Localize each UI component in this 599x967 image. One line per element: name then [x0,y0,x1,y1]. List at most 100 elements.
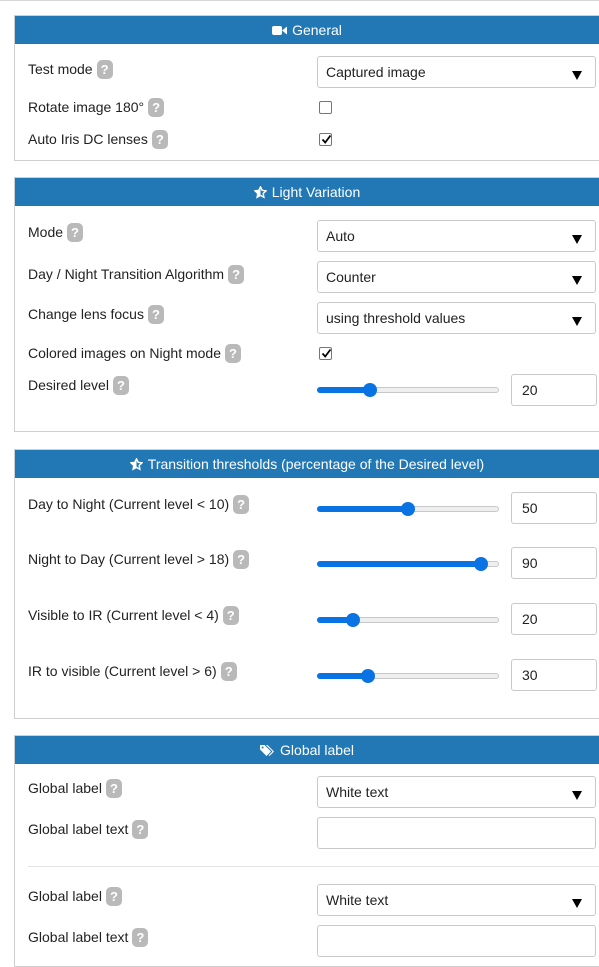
algorithm-row: Day / Night Transition Algorithm ? Count… [15,261,599,293]
video-camera-icon [272,25,288,36]
thresholds-panel: Transition thresholds (percentage of the… [14,449,599,719]
auto-iris-row: Auto Iris DC lenses ? [15,128,599,154]
global-label-select[interactable]: White text [317,776,596,808]
general-title: General [292,22,342,38]
global-text-input[interactable] [317,817,596,849]
global-label-select[interactable]: White text [317,884,596,916]
colored-label: Colored images on Night mode [28,345,221,361]
help-icon[interactable]: ? [105,778,122,798]
slider-thumb[interactable] [401,502,415,516]
divider [28,866,599,867]
global-label-label: Global label [28,888,102,904]
focus-select[interactable]: using threshold values [317,302,596,334]
global-label-value: White text [326,892,389,908]
slider-thumb[interactable] [362,383,377,397]
threshold-slider[interactable] [317,499,499,519]
threshold-input[interactable]: 90 [511,547,597,579]
slider-thumb[interactable] [346,613,361,627]
slider-thumb[interactable] [473,557,488,571]
tags-icon [260,744,275,757]
caret-down-icon [572,231,582,247]
threshold-input[interactable]: 20 [511,603,597,635]
rotate-label: Rotate image 180° [28,99,145,115]
help-icon[interactable]: ? [222,605,239,625]
caret-down-icon [572,787,582,803]
top-border [0,0,599,6]
slider-fill [317,506,408,512]
test-mode-select[interactable]: Captured image [317,56,596,88]
desired-input[interactable]: 20 [511,374,597,406]
thresholds-header: Transition thresholds (percentage of the… [15,450,599,478]
light-panel: Light Variation Mode ? Auto Day / Night … [14,177,599,432]
global-label-row: Global label ? White text [15,776,599,808]
global-text-row: Global label text ? [15,925,599,957]
slider-fill [317,561,481,567]
threshold-label: Visible to IR (Current level < 4) [28,607,219,623]
rotate-checkbox[interactable] [319,101,332,114]
global-text-input[interactable] [317,925,596,957]
global-label-row: Global label ? White text [15,884,599,916]
desired-label: Desired level [28,377,109,393]
global-title: Global label [280,742,354,758]
algorithm-label: Day / Night Transition Algorithm [28,266,225,282]
threshold-value: 30 [522,667,538,683]
caret-down-icon [572,67,582,83]
threshold-value: 90 [522,555,538,571]
help-icon[interactable]: ? [105,886,122,906]
mode-select[interactable]: Auto [317,220,596,252]
colored-row: Colored images on Night mode ? [15,342,599,368]
help-icon[interactable]: ? [67,222,84,242]
focus-value: using threshold values [326,310,466,326]
help-icon[interactable]: ? [228,264,245,284]
test-mode-label: Test mode [28,61,93,77]
global-label-value: White text [326,784,389,800]
caret-down-icon [572,895,582,911]
threshold-slider[interactable] [317,610,499,630]
rotate-row: Rotate image 180° ? [15,96,599,122]
threshold-label: Day to Night (Current level < 10) [28,496,230,512]
desired-value: 20 [522,382,538,398]
help-icon[interactable]: ? [233,549,250,569]
focus-label: Change lens focus [28,306,144,322]
threshold-row: Night to Day (Current level > 18) ? 90 [15,547,599,581]
threshold-slider[interactable] [317,554,499,574]
help-icon[interactable]: ? [132,819,149,839]
global-text-row: Global label text ? [15,817,599,849]
global-panel: Global label Global label ? White text G… [14,735,599,967]
mode-row: Mode ? Auto [15,220,599,252]
global-label-label: Global label [28,780,102,796]
help-icon[interactable]: ? [112,375,129,395]
threshold-label: IR to visible (Current level > 6) [28,663,217,679]
focus-row: Change lens focus ? using threshold valu… [15,302,599,334]
general-header: General [15,16,599,44]
checkmark-icon [321,134,332,144]
threshold-slider[interactable] [317,666,499,686]
threshold-row: IR to visible (Current level > 6) ? 30 [15,659,599,693]
global-text-label: Global label text [28,929,129,945]
desired-slider[interactable] [317,380,499,400]
light-header: Light Variation [15,178,599,206]
slider-thumb[interactable] [360,669,375,683]
test-mode-value: Captured image [326,64,426,80]
light-title: Light Variation [271,184,361,200]
help-icon[interactable]: ? [225,343,241,363]
test-mode-row: Test mode ? Captured image [15,56,599,88]
threshold-input[interactable]: 30 [511,659,597,691]
threshold-input[interactable]: 50 [511,492,597,524]
help-icon[interactable]: ? [148,97,165,117]
help-icon[interactable]: ? [132,927,149,947]
global-text-label: Global label text [28,821,129,837]
threshold-value: 50 [522,500,538,516]
help-icon[interactable]: ? [147,304,164,324]
auto-iris-checkbox[interactable] [319,133,332,146]
help-icon[interactable]: ? [96,59,113,79]
help-icon[interactable]: ? [233,494,250,514]
mode-value: Auto [326,228,355,244]
help-icon[interactable]: ? [220,661,237,681]
threshold-row: Day to Night (Current level < 10) ? 50 [15,492,599,526]
help-icon[interactable]: ? [151,129,168,149]
threshold-label: Night to Day (Current level > 18) [28,551,230,567]
algorithm-select[interactable]: Counter [317,261,596,293]
mode-label: Mode [28,224,64,240]
colored-checkbox[interactable] [319,347,332,360]
